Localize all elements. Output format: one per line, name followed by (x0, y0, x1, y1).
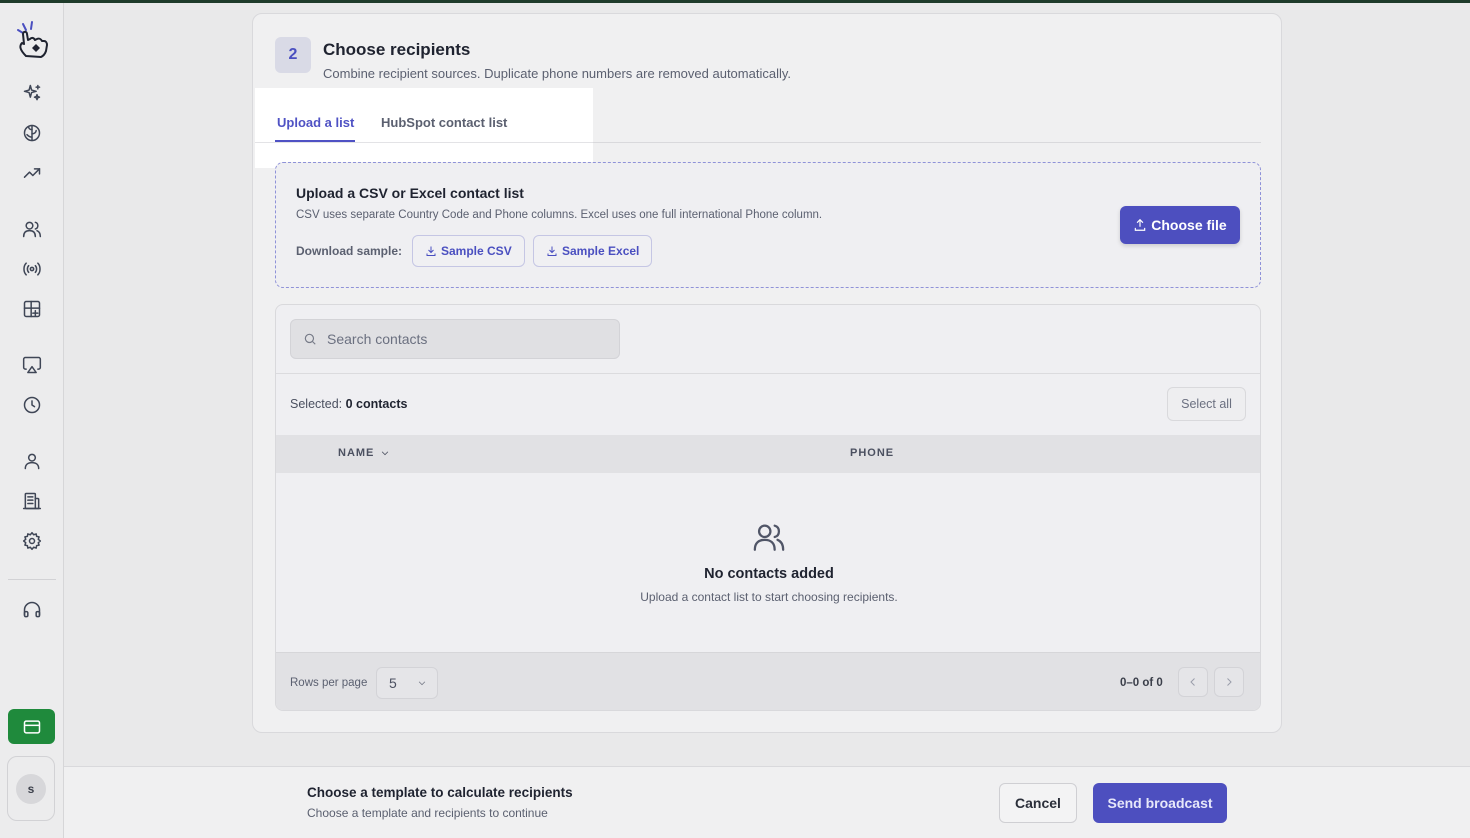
brain-icon[interactable] (20, 121, 44, 145)
headphones-icon[interactable] (20, 598, 44, 622)
chevron-down-icon (418, 681, 426, 686)
column-name-label: NAME (338, 447, 375, 459)
empty-state-title: No contacts added (704, 566, 834, 582)
clock-icon[interactable] (20, 393, 44, 417)
previous-page-button[interactable] (1178, 667, 1208, 697)
next-page-button[interactable] (1214, 667, 1244, 697)
send-broadcast-button[interactable]: Send broadcast (1093, 783, 1227, 823)
avatar: s (16, 773, 46, 804)
page-subtitle: Combine recipient sources. Duplicate pho… (323, 66, 791, 81)
grid-plus-icon[interactable] (20, 297, 44, 321)
chevron-right-icon (1227, 678, 1232, 686)
upload-dropzone[interactable]: Upload a CSV or Excel contact list CSV u… (275, 162, 1261, 288)
trending-icon[interactable] (20, 161, 44, 185)
search-input[interactable] (327, 331, 607, 347)
broadcast-icon[interactable] (20, 257, 44, 281)
tab-hubspot-contact-list[interactable]: HubSpot contact list (381, 115, 507, 130)
upload-icon (1135, 218, 1146, 231)
choose-file-button[interactable]: Choose file (1120, 206, 1240, 244)
account-menu[interactable]: s (7, 756, 55, 821)
select-all-button[interactable]: Select all (1167, 387, 1246, 421)
sidebar-divider (8, 579, 56, 580)
sample-excel-label: Sample Excel (562, 244, 640, 258)
pagination-range: 0–0 of 0 (1120, 677, 1163, 689)
page-title: Choose recipients (323, 40, 471, 59)
table-header: NAME PHONE (276, 435, 1260, 473)
search-box[interactable] (290, 319, 620, 359)
recipient-source-tabs: Upload a list HubSpot contact list (255, 88, 593, 168)
chevron-left-icon (1190, 678, 1195, 686)
selected-label: Selected: (290, 397, 343, 411)
upload-description: CSV uses separate Country Code and Phone… (296, 209, 823, 221)
rows-per-page-select[interactable]: 5 (376, 667, 438, 699)
download-icon (426, 246, 436, 256)
sidebar: s (0, 0, 64, 838)
column-phone-label: PHONE (850, 447, 895, 459)
building-icon[interactable] (20, 489, 44, 513)
users-icon (752, 520, 786, 554)
rows-per-page-label: Rows per page (290, 677, 368, 689)
download-sample-label: Download sample: (296, 244, 403, 258)
credit-card-icon (23, 719, 40, 734)
billing-button[interactable] (8, 709, 55, 744)
logo-icon[interactable] (14, 20, 50, 60)
recipients-summary-title: Choose a template to calculate recipient… (307, 785, 573, 800)
column-header-name[interactable]: NAME (338, 447, 390, 459)
selected-count: Selected: 0 contacts (290, 397, 407, 411)
sample-csv-button[interactable]: Sample CSV (412, 235, 525, 267)
users-icon[interactable] (20, 217, 44, 241)
step-number-badge: 2 (275, 37, 311, 73)
tab-upload-list[interactable]: Upload a list (277, 115, 354, 130)
panel-divider (276, 373, 1260, 374)
user-icon[interactable] (20, 449, 44, 473)
choose-recipients-card: 2 Choose recipients Combine recipient so… (252, 13, 1282, 733)
top-accent-line (0, 0, 1470, 3)
table-footer: Rows per page 5 0–0 of 0 (276, 652, 1260, 710)
empty-state-description: Upload a contact list to start choosing … (640, 590, 898, 604)
download-icon (547, 246, 557, 256)
contacts-panel: Selected: 0 contacts Select all NAME PHO… (275, 304, 1261, 711)
bottom-action-bar: Choose a template to calculate recipient… (64, 766, 1470, 838)
sparkles-icon[interactable] (20, 81, 44, 105)
column-header-phone: PHONE (850, 447, 894, 459)
sample-csv-label: Sample CSV (441, 244, 512, 258)
upload-title: Upload a CSV or Excel contact list (296, 185, 524, 201)
recipients-summary-description: Choose a template and recipients to cont… (307, 806, 548, 820)
choose-file-label: Choose file (1151, 217, 1227, 233)
chevron-down-icon (382, 451, 389, 456)
cancel-button[interactable]: Cancel (999, 783, 1077, 823)
gear-icon[interactable] (20, 529, 44, 553)
tabs-box-divider (255, 142, 593, 143)
sample-excel-button[interactable]: Sample Excel (533, 235, 653, 267)
airplay-icon[interactable] (20, 353, 44, 377)
rows-per-page-value: 5 (389, 675, 397, 691)
selected-value: 0 contacts (345, 397, 408, 411)
search-icon (304, 333, 316, 345)
